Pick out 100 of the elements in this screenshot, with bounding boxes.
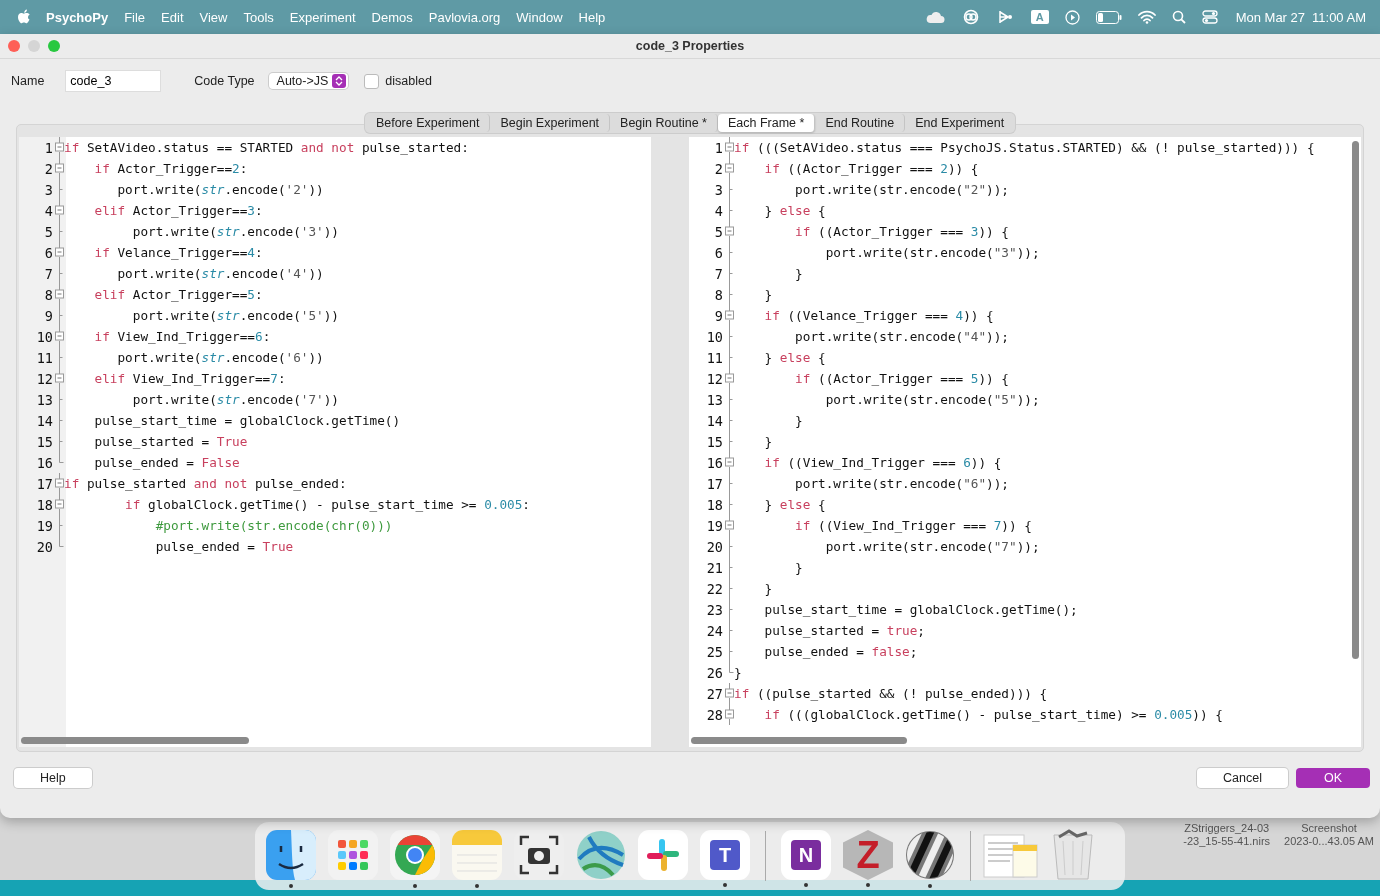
app-icon[interactable]: T	[700, 830, 750, 880]
pinwheel-icon[interactable]	[637, 829, 689, 881]
name-field[interactable]: code_3	[66, 71, 161, 91]
line-number: 10	[35, 328, 53, 345]
code-type-label: Code Type	[194, 74, 255, 88]
desktop-file-label[interactable]: 2023-0...43.05 AM	[1284, 835, 1374, 848]
code-editor[interactable]	[689, 137, 1361, 747]
striped-ball-icon[interactable]	[904, 829, 956, 881]
code-line: if ((View_Ind_Trigger === 6)) {	[763, 455, 1002, 470]
wifi-icon[interactable]	[1137, 10, 1156, 24]
fold-toggle-icon[interactable]	[55, 326, 64, 347]
code-editor[interactable]	[19, 137, 651, 747]
line-number: 17	[35, 475, 53, 492]
search-icon[interactable]	[1171, 10, 1186, 24]
code-line: port.write(str.encode("5"));	[824, 392, 1040, 407]
vertical-scrollbar[interactable]	[1352, 141, 1359, 659]
tab[interactable]: Each Frame *	[717, 114, 816, 132]
app-menu[interactable]: PsychoPy	[46, 9, 109, 25]
fold-toggle-icon[interactable]	[55, 137, 64, 158]
fold-toggle-icon[interactable]	[55, 242, 64, 263]
fold-end-icon	[59, 452, 64, 463]
cloud-icon[interactable]	[924, 10, 945, 24]
ok-button[interactable]: OK	[1295, 768, 1370, 788]
line-number: 15	[35, 433, 53, 450]
window-title: code_3 Properties	[635, 39, 745, 53]
help-button[interactable]: Help	[14, 768, 92, 788]
fold-toggle-icon[interactable]	[725, 368, 734, 389]
app-icon[interactable]: N	[781, 830, 831, 880]
zoom-button[interactable]	[48, 40, 60, 52]
notepad-icon[interactable]	[451, 829, 503, 881]
menu-item[interactable]: Experiment	[289, 9, 356, 25]
fold-toggle-icon[interactable]	[55, 284, 64, 305]
fold-toggle-icon[interactable]	[725, 158, 734, 179]
fold-toggle-icon[interactable]	[55, 200, 64, 221]
tab[interactable]: Begin Experiment	[490, 114, 611, 132]
code-line: }	[763, 581, 773, 596]
desktop-file-label[interactable]: Screenshot	[1301, 822, 1357, 835]
line-number: 2	[43, 160, 53, 177]
line-number: 20	[35, 538, 53, 555]
fold-toggle-icon[interactable]	[725, 704, 734, 725]
fold-toggle-icon[interactable]	[725, 452, 734, 473]
line-number: 16	[705, 454, 723, 471]
stepper-icon	[332, 74, 347, 88]
fold-toggle-icon[interactable]	[725, 305, 734, 326]
fold-toggle-icon[interactable]	[725, 683, 734, 704]
menu-item[interactable]: File	[124, 9, 146, 25]
menu-item[interactable]: Edit	[161, 9, 184, 25]
code-line: port.write(str.encode("7"));	[824, 539, 1040, 554]
fold-toggle-icon[interactable]	[55, 158, 64, 179]
app-icon[interactable]: Z	[843, 830, 893, 880]
play-icon[interactable]	[1064, 9, 1080, 25]
desktop-file-label[interactable]: -23_15-55-41.nirs	[1183, 835, 1271, 848]
code-line: elif View_Ind_Trigger==7:	[93, 371, 286, 386]
app-grid-icon[interactable]	[327, 829, 379, 881]
line-number: 8	[713, 286, 723, 303]
fold-toggle-icon[interactable]	[725, 137, 734, 158]
fold-toggle-icon[interactable]	[55, 494, 64, 515]
cancel-button[interactable]: Cancel	[1197, 768, 1288, 788]
fold-toggle-icon[interactable]	[55, 368, 64, 389]
tab[interactable]: End Routine	[815, 114, 906, 132]
code-line: port.write(str.encode('5'))	[131, 308, 339, 323]
menu-item[interactable]: Tools	[243, 9, 274, 25]
menu-item[interactable]: Help	[578, 9, 606, 25]
line-number: 13	[705, 391, 723, 408]
menu-item[interactable]: Pavlovia.org	[428, 9, 501, 25]
fold-toggle-icon[interactable]	[725, 515, 734, 536]
tab[interactable]: Begin Routine *	[610, 114, 718, 132]
code-line: pulse_ended = False	[93, 455, 240, 470]
code-type-dropdown[interactable]: Auto->JS	[268, 73, 349, 89]
fold-toggle-icon[interactable]	[725, 221, 734, 242]
toggles-icon[interactable]	[1201, 10, 1218, 24]
globe-icon[interactable]	[575, 829, 627, 881]
trash-icon[interactable]	[1051, 829, 1095, 881]
input-source-indicator[interactable]: A	[1030, 10, 1049, 24]
fold-toggle-icon[interactable]	[55, 473, 64, 494]
close-button[interactable]	[8, 40, 20, 52]
tab[interactable]: End Experiment	[905, 114, 1015, 132]
menu-item[interactable]: View	[199, 9, 228, 25]
code-line: pulse_ended = false;	[763, 644, 918, 659]
battery-icon[interactable]	[1095, 10, 1122, 24]
menu-item[interactable]: Window	[516, 9, 563, 25]
code-line: if ((Actor_Trigger === 5)) {	[794, 371, 1009, 386]
line-number: 1	[713, 139, 723, 156]
browser-icon[interactable]	[389, 829, 441, 881]
horizontal-scrollbar[interactable]	[691, 737, 907, 744]
line-number: 4	[43, 202, 53, 219]
code-line: port.write(str.encode("4"));	[794, 329, 1009, 344]
menu-bar-date[interactable]: Mon Mar 27	[1235, 9, 1306, 25]
line-number: 6	[43, 244, 53, 261]
menu-item[interactable]: Demos	[371, 9, 413, 25]
code-line: pulse_start_time = globalClock.getTime()	[93, 413, 401, 428]
smiling-face-icon[interactable]	[265, 829, 317, 881]
branch-icon[interactable]	[996, 9, 1015, 25]
horizontal-scrollbar[interactable]	[21, 737, 249, 744]
desktop-file-label[interactable]: ZStriggers_24-03	[1184, 822, 1270, 835]
apple-icon[interactable]	[18, 9, 32, 25]
line-number: 20	[705, 538, 723, 555]
line-number: 13	[35, 391, 53, 408]
menu-bar-time[interactable]: 11:00 AM	[1312, 9, 1366, 25]
line-number: 11	[705, 349, 723, 366]
